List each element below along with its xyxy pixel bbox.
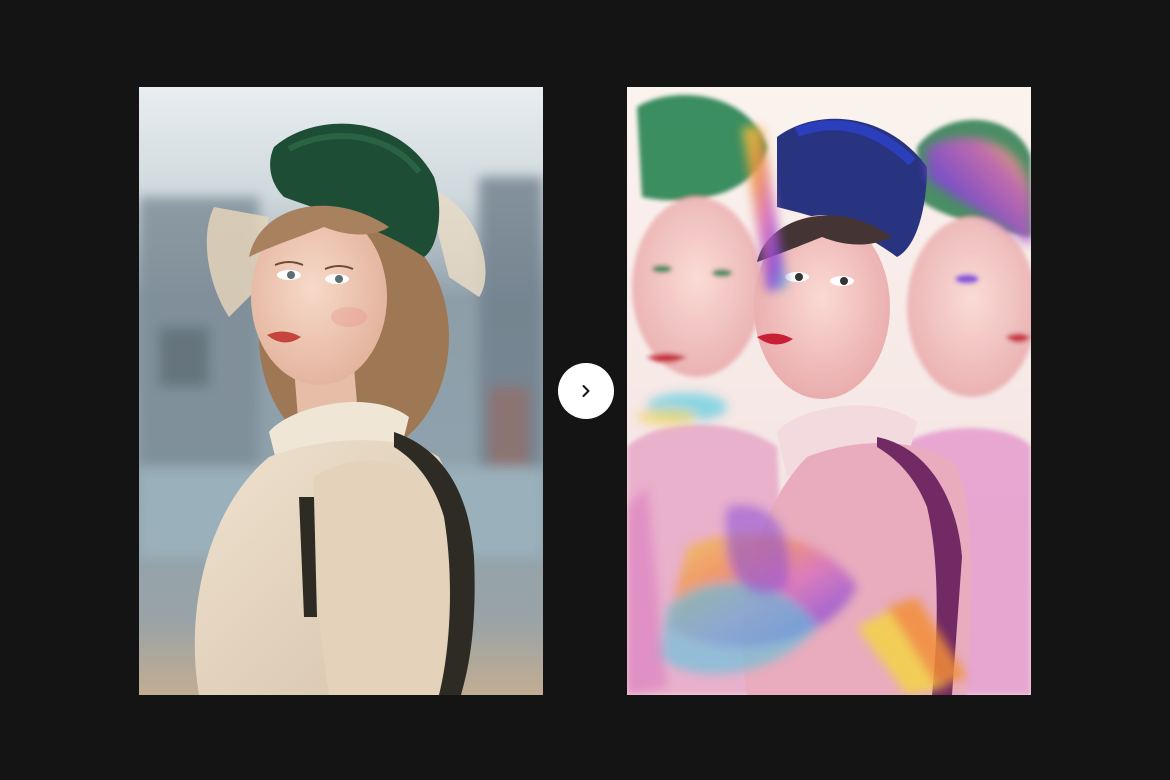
comparison-stage (0, 0, 1170, 780)
before-photo-art (139, 87, 543, 695)
before-photo (139, 87, 543, 695)
chevron-right-icon (582, 385, 590, 397)
next-arrow-button[interactable] (558, 363, 614, 419)
after-photo-art (627, 87, 1031, 695)
after-photo (627, 87, 1031, 695)
